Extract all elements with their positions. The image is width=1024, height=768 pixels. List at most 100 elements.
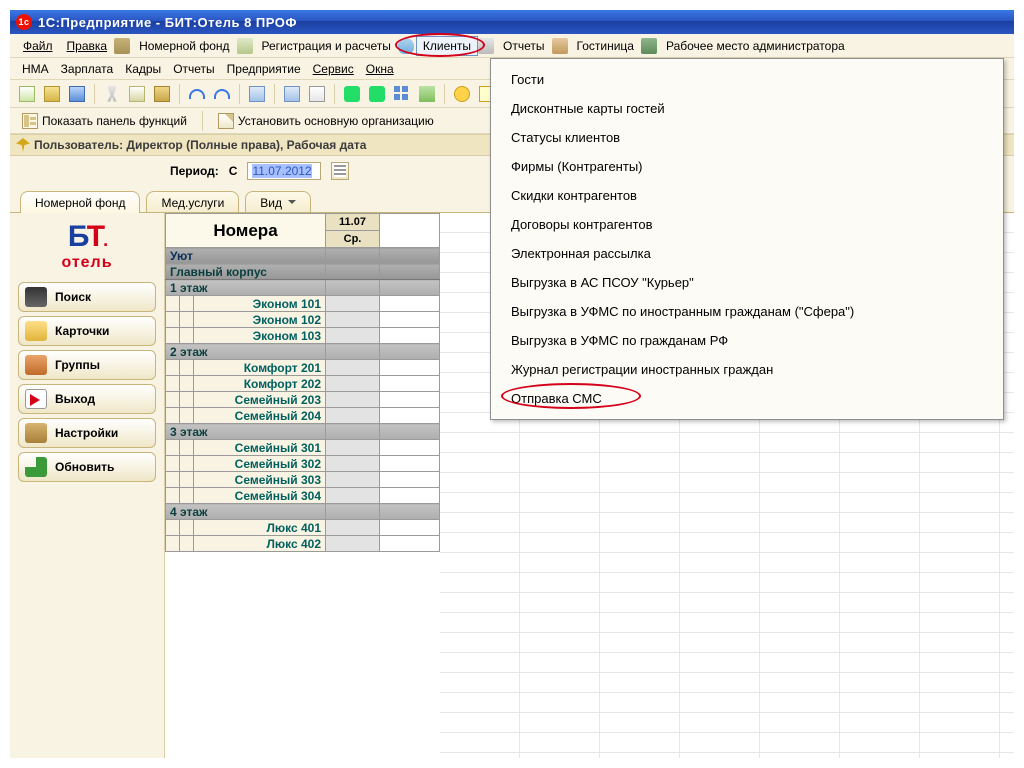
dropdown-item[interactable]: Электронная рассылка — [491, 239, 1003, 268]
menu-nma[interactable]: НМА — [16, 60, 55, 78]
toolbar-find-button[interactable] — [246, 83, 268, 105]
menu-rooms[interactable]: Номерной фонд — [132, 36, 236, 56]
grid-row[interactable]: Семейный 203 — [166, 392, 440, 408]
room-ext-cell[interactable] — [380, 408, 440, 424]
dropdown-item[interactable]: Статусы клиентов — [491, 123, 1003, 152]
menu-windows[interactable]: Окна — [360, 60, 400, 78]
menu-salary[interactable]: Зарплата — [55, 60, 120, 78]
menu-clients[interactable]: Клиенты — [416, 36, 478, 56]
toolbar-undo-button[interactable] — [186, 83, 208, 105]
room-date-cell[interactable] — [326, 360, 380, 376]
room-ext-cell[interactable] — [380, 440, 440, 456]
sidebar-search-button[interactable]: Поиск — [18, 282, 156, 312]
grid-row[interactable]: 4 этаж — [166, 504, 440, 520]
grid-row[interactable]: Уют — [166, 248, 440, 264]
toolbar-cut-button[interactable] — [101, 83, 123, 105]
toolbar-green2-button[interactable] — [366, 83, 388, 105]
dropdown-item[interactable]: Договоры контрагентов — [491, 210, 1003, 239]
grid-row[interactable]: Семейный 301 — [166, 440, 440, 456]
menu-hotel[interactable]: Гостиница — [570, 36, 641, 56]
sidebar-cards-button[interactable]: Карточки — [18, 316, 156, 346]
tab-med[interactable]: Мед.услуги — [146, 191, 239, 213]
grid-row[interactable]: Семейный 303 — [166, 472, 440, 488]
sidebar-settings-button[interactable]: Настройки — [18, 418, 156, 448]
toolbar-help-button[interactable] — [451, 83, 473, 105]
toolbar-calendar-button[interactable] — [306, 83, 328, 105]
toolbar-open-button[interactable] — [41, 83, 63, 105]
room-grid[interactable]: Номера 11.07 Ср. УютГлавный корпус1 этаж… — [165, 213, 440, 552]
room-ext-cell[interactable] — [380, 472, 440, 488]
grid-row[interactable]: Главный корпус — [166, 264, 440, 280]
room-date-cell[interactable] — [326, 296, 380, 312]
room-date-cell[interactable] — [326, 440, 380, 456]
menu-reports[interactable]: Отчеты — [496, 36, 551, 56]
dropdown-item[interactable]: Выгрузка в УФМС по иностранным гражданам… — [491, 297, 1003, 326]
toolbar-new-button[interactable] — [16, 83, 38, 105]
menu-edit[interactable]: Правка — [60, 36, 115, 56]
grid-row[interactable]: 2 этаж — [166, 344, 440, 360]
room-ext-cell[interactable] — [380, 312, 440, 328]
menu-registration[interactable]: Регистрация и расчеты — [255, 36, 398, 56]
toolbar-chart-button[interactable] — [416, 83, 438, 105]
menu-file[interactable]: Файл — [16, 36, 60, 56]
grid-row[interactable]: 3 этаж — [166, 424, 440, 440]
toolbar-calc-button[interactable] — [281, 83, 303, 105]
set-default-org[interactable]: Установить основную организацию — [212, 111, 440, 131]
room-date-cell[interactable] — [326, 472, 380, 488]
room-date-cell[interactable] — [326, 536, 380, 552]
dropdown-item[interactable]: Выгрузка в АС ПСОУ "Курьер" — [491, 268, 1003, 297]
grid-row[interactable]: 1 этаж — [166, 280, 440, 296]
room-ext-cell[interactable] — [380, 520, 440, 536]
dropdown-item[interactable]: Журнал регистрации иностранных граждан — [491, 355, 1003, 384]
dropdown-item[interactable]: Отправка СМС — [491, 384, 1003, 413]
sidebar-groups-button[interactable]: Группы — [18, 350, 156, 380]
grid-row[interactable]: Эконом 101 — [166, 296, 440, 312]
room-ext-cell[interactable] — [380, 328, 440, 344]
grid-row[interactable]: Семейный 204 — [166, 408, 440, 424]
grid-row[interactable]: Комфорт 202 — [166, 376, 440, 392]
show-functions-panel[interactable]: Показать панель функций — [16, 111, 193, 131]
grid-row[interactable]: Комфорт 201 — [166, 360, 440, 376]
room-date-cell[interactable] — [326, 488, 380, 504]
dropdown-item[interactable]: Фирмы (Контрагенты) — [491, 152, 1003, 181]
menu-service[interactable]: Сервис — [307, 60, 360, 78]
grid-row[interactable]: Люкс 401 — [166, 520, 440, 536]
toolbar-save-button[interactable] — [66, 83, 88, 105]
dropdown-item[interactable]: Скидки контрагентов — [491, 181, 1003, 210]
tab-view[interactable]: Вид — [245, 191, 311, 213]
menu-hr[interactable]: Кадры — [119, 60, 167, 78]
dropdown-item[interactable]: Дисконтные карты гостей — [491, 94, 1003, 123]
grid-row[interactable]: Эконом 102 — [166, 312, 440, 328]
room-ext-cell[interactable] — [380, 360, 440, 376]
room-ext-cell[interactable] — [380, 376, 440, 392]
menu-reports2[interactable]: Отчеты — [167, 60, 220, 78]
period-from-input[interactable]: 11.07.2012 — [247, 162, 321, 180]
grid-row[interactable]: Семейный 304 — [166, 488, 440, 504]
room-ext-cell[interactable] — [380, 536, 440, 552]
grid-row[interactable]: Люкс 402 — [166, 536, 440, 552]
sidebar-exit-button[interactable]: Выход — [18, 384, 156, 414]
toolbar-windows-button[interactable] — [391, 83, 413, 105]
room-date-cell[interactable] — [326, 456, 380, 472]
dropdown-item[interactable]: Выгрузка в УФМС по гражданам РФ — [491, 326, 1003, 355]
grid-row[interactable]: Семейный 302 — [166, 456, 440, 472]
room-date-cell[interactable] — [326, 520, 380, 536]
room-date-cell[interactable] — [326, 392, 380, 408]
calendar-picker-button[interactable] — [331, 162, 349, 180]
sidebar-refresh-button[interactable]: Обновить — [18, 452, 156, 482]
room-date-cell[interactable] — [326, 408, 380, 424]
room-date-cell[interactable] — [326, 328, 380, 344]
menu-admin-workplace[interactable]: Рабочее место администратора — [659, 36, 852, 56]
dropdown-item[interactable]: Гости — [491, 65, 1003, 94]
room-ext-cell[interactable] — [380, 456, 440, 472]
room-date-cell[interactable] — [326, 312, 380, 328]
toolbar-copy-button[interactable] — [126, 83, 148, 105]
room-ext-cell[interactable] — [380, 488, 440, 504]
room-ext-cell[interactable] — [380, 296, 440, 312]
toolbar-redo-button[interactable] — [211, 83, 233, 105]
grid-row[interactable]: Эконом 103 — [166, 328, 440, 344]
room-date-cell[interactable] — [326, 376, 380, 392]
menu-enterprise[interactable]: Предприятие — [221, 60, 307, 78]
tab-rooms[interactable]: Номерной фонд — [20, 191, 140, 213]
toolbar-green-button[interactable] — [341, 83, 363, 105]
